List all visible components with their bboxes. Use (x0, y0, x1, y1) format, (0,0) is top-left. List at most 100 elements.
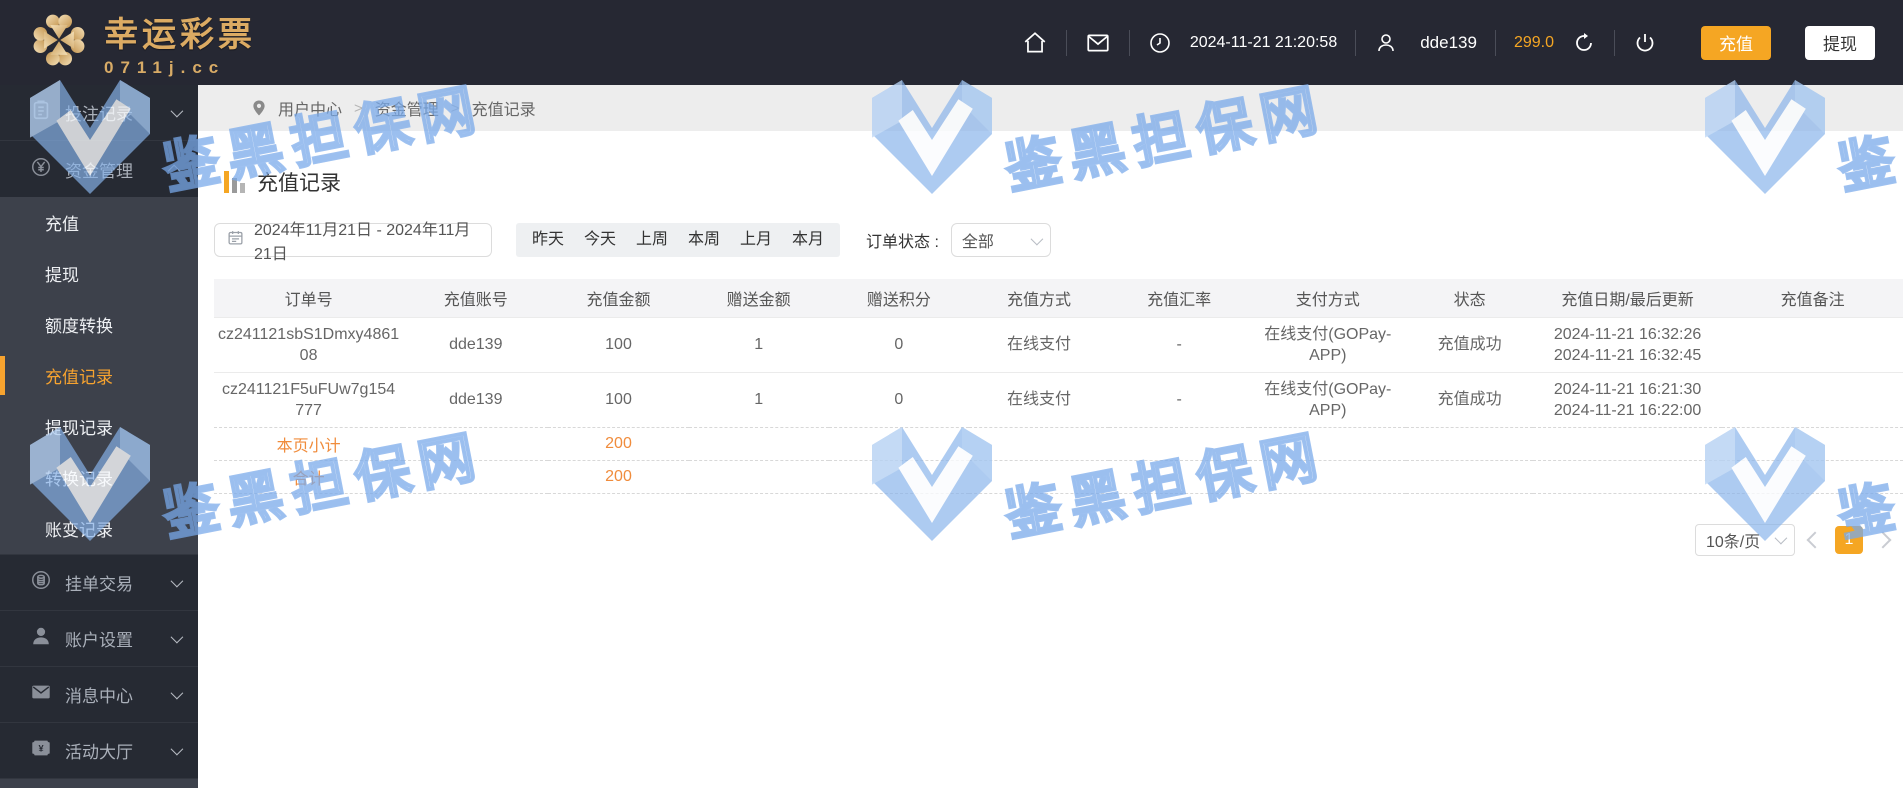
refresh-balance-icon[interactable] (1572, 31, 1596, 55)
breadcrumb-recharge-records[interactable]: 充值记录 (472, 96, 536, 120)
cell-amount: 100 (548, 316, 689, 372)
cell-payment: 在线支付(GOPay-APP) (1249, 371, 1407, 427)
total-label: 合计 (214, 459, 404, 494)
banknote-icon: ¥ (30, 737, 52, 764)
username[interactable]: dde139 (1420, 33, 1477, 53)
quick-last-week-button[interactable]: 上周 (626, 223, 678, 257)
col-date: 充值日期/最后更新 (1533, 279, 1723, 317)
sidebar-item-pending-orders[interactable]: 挂单交易 (0, 555, 198, 611)
table-header-row: 订单号 充值账号 充值金额 赠送金额 赠送积分 充值方式 充值汇率 支付方式 状… (214, 279, 1903, 317)
col-payment: 支付方式 (1249, 279, 1407, 317)
header-separator (1128, 29, 1130, 56)
chevron-down-icon (170, 630, 184, 644)
envelope-icon (30, 681, 52, 708)
col-remark: 充值备注 (1722, 279, 1903, 317)
header-separator (1065, 29, 1067, 56)
page-title-row: 充值记录 (224, 167, 1903, 197)
breadcrumb-separator: > (450, 99, 460, 117)
date-range-input[interactable]: 2024年11月21日 - 2024年11月21日 (214, 222, 492, 263)
col-amount: 充值金额 (548, 279, 689, 317)
submenu-item-recharge[interactable]: 充值 (0, 197, 198, 248)
cell-method: 在线支付 (968, 371, 1110, 427)
home-icon[interactable] (1022, 30, 1048, 56)
breadcrumb-user-center[interactable]: 用户中心 (278, 96, 342, 120)
quick-last-month-button[interactable]: 上月 (730, 223, 782, 257)
next-page-button[interactable] (1874, 531, 1892, 548)
col-rate: 充值汇率 (1109, 279, 1250, 317)
sidebar-item-label: 消息中心 (65, 687, 133, 706)
total-amount: 200 (548, 459, 689, 494)
page: 幸运彩票 0711j.cc 2024-11-21 21:20:58 dde139 (0, 0, 1903, 788)
date-created: 2024-11-21 16:21:30 (1553, 380, 1702, 398)
page-subtotal-row: 本页小计 200 (214, 426, 1903, 460)
clipboard-icon (30, 99, 52, 126)
submenu-item-withdraw-records[interactable]: 提现记录 (0, 401, 198, 452)
location-pin-icon (250, 98, 268, 118)
sidebar-item-funds-management[interactable]: 资金管理 (0, 141, 198, 197)
sidebar-item-bet-records[interactable]: 投注记录 (0, 85, 198, 141)
cell-amount: 100 (548, 371, 689, 427)
mail-icon[interactable] (1085, 30, 1111, 56)
sidebar-item-activity-hall[interactable]: ¥ 活动大厅 (0, 723, 198, 779)
sidebar-item-message-center[interactable]: 消息中心 (0, 667, 198, 723)
breadcrumb: 用户中心 > 资金管理 > 充值记录 (198, 85, 1903, 131)
quick-date-buttons: 昨天 今天 上周 本周 上月 本月 (516, 223, 840, 257)
submenu-item-withdraw[interactable]: 提现 (0, 248, 198, 299)
quick-yesterday-button[interactable]: 昨天 (522, 223, 574, 257)
site-logo[interactable]: 幸运彩票 0711j.cc (0, 7, 420, 78)
col-bonus: 赠送金额 (688, 279, 829, 317)
date-updated: 2024-11-21 16:22:00 (1553, 401, 1702, 419)
quick-this-month-button[interactable]: 本月 (782, 223, 834, 257)
col-account: 充值账号 (403, 279, 549, 317)
submenu-label: 提现记录 (45, 419, 113, 438)
withdraw-button[interactable]: 提现 (1805, 25, 1875, 60)
submenu-label: 账变记录 (45, 521, 113, 540)
calendar-icon (227, 229, 244, 251)
header-separator (1614, 29, 1615, 56)
coins-icon (30, 569, 52, 596)
quick-today-button[interactable]: 今天 (574, 223, 626, 257)
funds-submenu: 充值 提现 额度转换 充值记录 提现记录 转换记录 账变记录 (0, 197, 198, 555)
sidebar-item-label: 投注记录 (65, 105, 133, 124)
chevron-down-icon (170, 104, 184, 118)
cell-order-no: cz241121sbS1Dmxy486108 (214, 316, 404, 372)
sidebar-item-label: 资金管理 (65, 161, 133, 181)
prev-page-button[interactable] (1806, 531, 1824, 548)
cell-remark (1722, 371, 1903, 427)
pagination: 10条/页 1 (198, 523, 1903, 556)
page-subtotal-amount: 200 (548, 426, 689, 460)
site-domain: 0711j.cc (104, 58, 226, 77)
submenu-item-recharge-records[interactable]: 充值记录 (0, 350, 198, 401)
submenu-label: 提现 (45, 266, 79, 285)
user-icon[interactable] (1374, 31, 1398, 55)
person-icon (30, 625, 52, 652)
sidebar-item-label: 活动大厅 (65, 743, 133, 762)
breadcrumb-separator: > (354, 99, 363, 117)
logout-power-icon[interactable] (1633, 31, 1657, 55)
date-updated: 2024-11-21 16:32:45 (1553, 346, 1702, 364)
sidebar-item-label: 账户设置 (65, 631, 133, 650)
cell-method: 在线支付 (968, 316, 1110, 372)
submenu-item-account-change-records[interactable]: 账变记录 (0, 503, 198, 554)
submenu-label: 转换记录 (45, 470, 113, 489)
chevron-up-icon (167, 164, 181, 177)
table-row: cz241121sbS1Dmxy486108 dde139 100 1 0 在线… (214, 316, 1903, 372)
col-order-no: 订单号 (214, 279, 404, 317)
breadcrumb-funds-management[interactable]: 资金管理 (375, 96, 439, 120)
sidebar-item-account-settings[interactable]: 账户设置 (0, 611, 198, 667)
cell-payment: 在线支付(GOPay-APP) (1249, 316, 1407, 372)
chevron-down-icon (1030, 232, 1044, 245)
recharge-button[interactable]: 充值 (1701, 25, 1771, 60)
current-page-number[interactable]: 1 (1835, 525, 1863, 554)
sidebar-bottom-strip (0, 779, 198, 788)
top-header: 幸运彩票 0711j.cc 2024-11-21 21:20:58 dde139 (0, 0, 1903, 85)
chevron-down-icon (170, 686, 184, 700)
submenu-item-quota-transfer[interactable]: 额度转换 (0, 299, 198, 350)
quick-this-week-button[interactable]: 本周 (678, 223, 730, 257)
date-range-value: 2024年11月21日 - 2024年11月21日 (254, 222, 471, 263)
submenu-item-transfer-records[interactable]: 转换记录 (0, 452, 198, 503)
order-status-select[interactable]: 全部 (950, 223, 1051, 257)
header-separator (1355, 29, 1357, 56)
page-size-select[interactable]: 10条/页 (1695, 523, 1795, 556)
yen-coin-icon (30, 156, 52, 183)
